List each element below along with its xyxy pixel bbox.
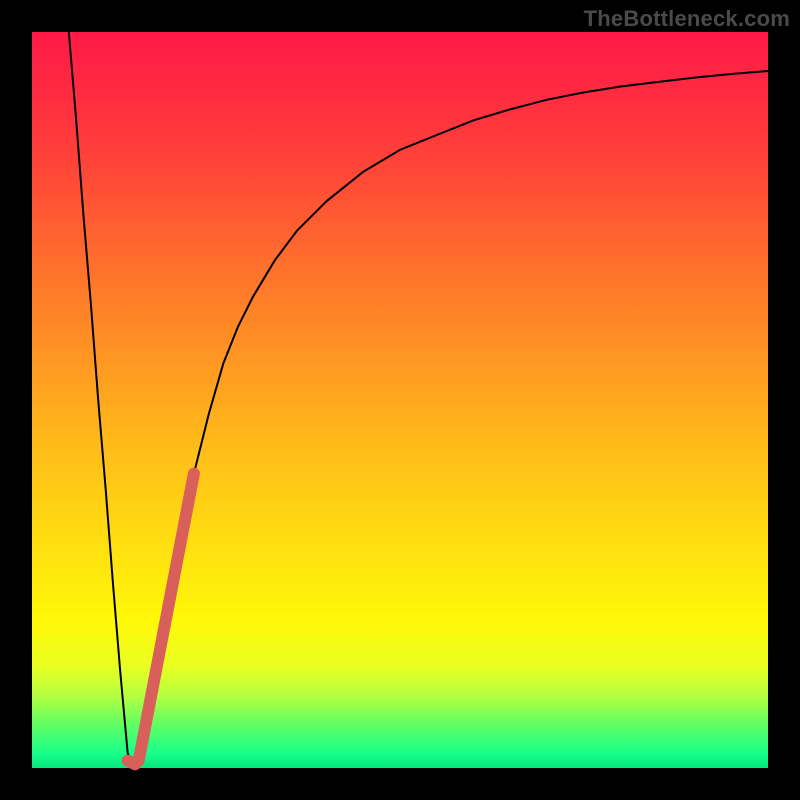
watermark-text: TheBottleneck.com bbox=[584, 6, 790, 32]
series-bottleneck-curve bbox=[69, 32, 768, 768]
series-group bbox=[69, 32, 768, 768]
chart-svg bbox=[32, 32, 768, 768]
series-highlight-dot bbox=[128, 761, 135, 765]
chart-frame: TheBottleneck.com bbox=[0, 0, 800, 800]
series-highlight-segment bbox=[139, 474, 194, 761]
